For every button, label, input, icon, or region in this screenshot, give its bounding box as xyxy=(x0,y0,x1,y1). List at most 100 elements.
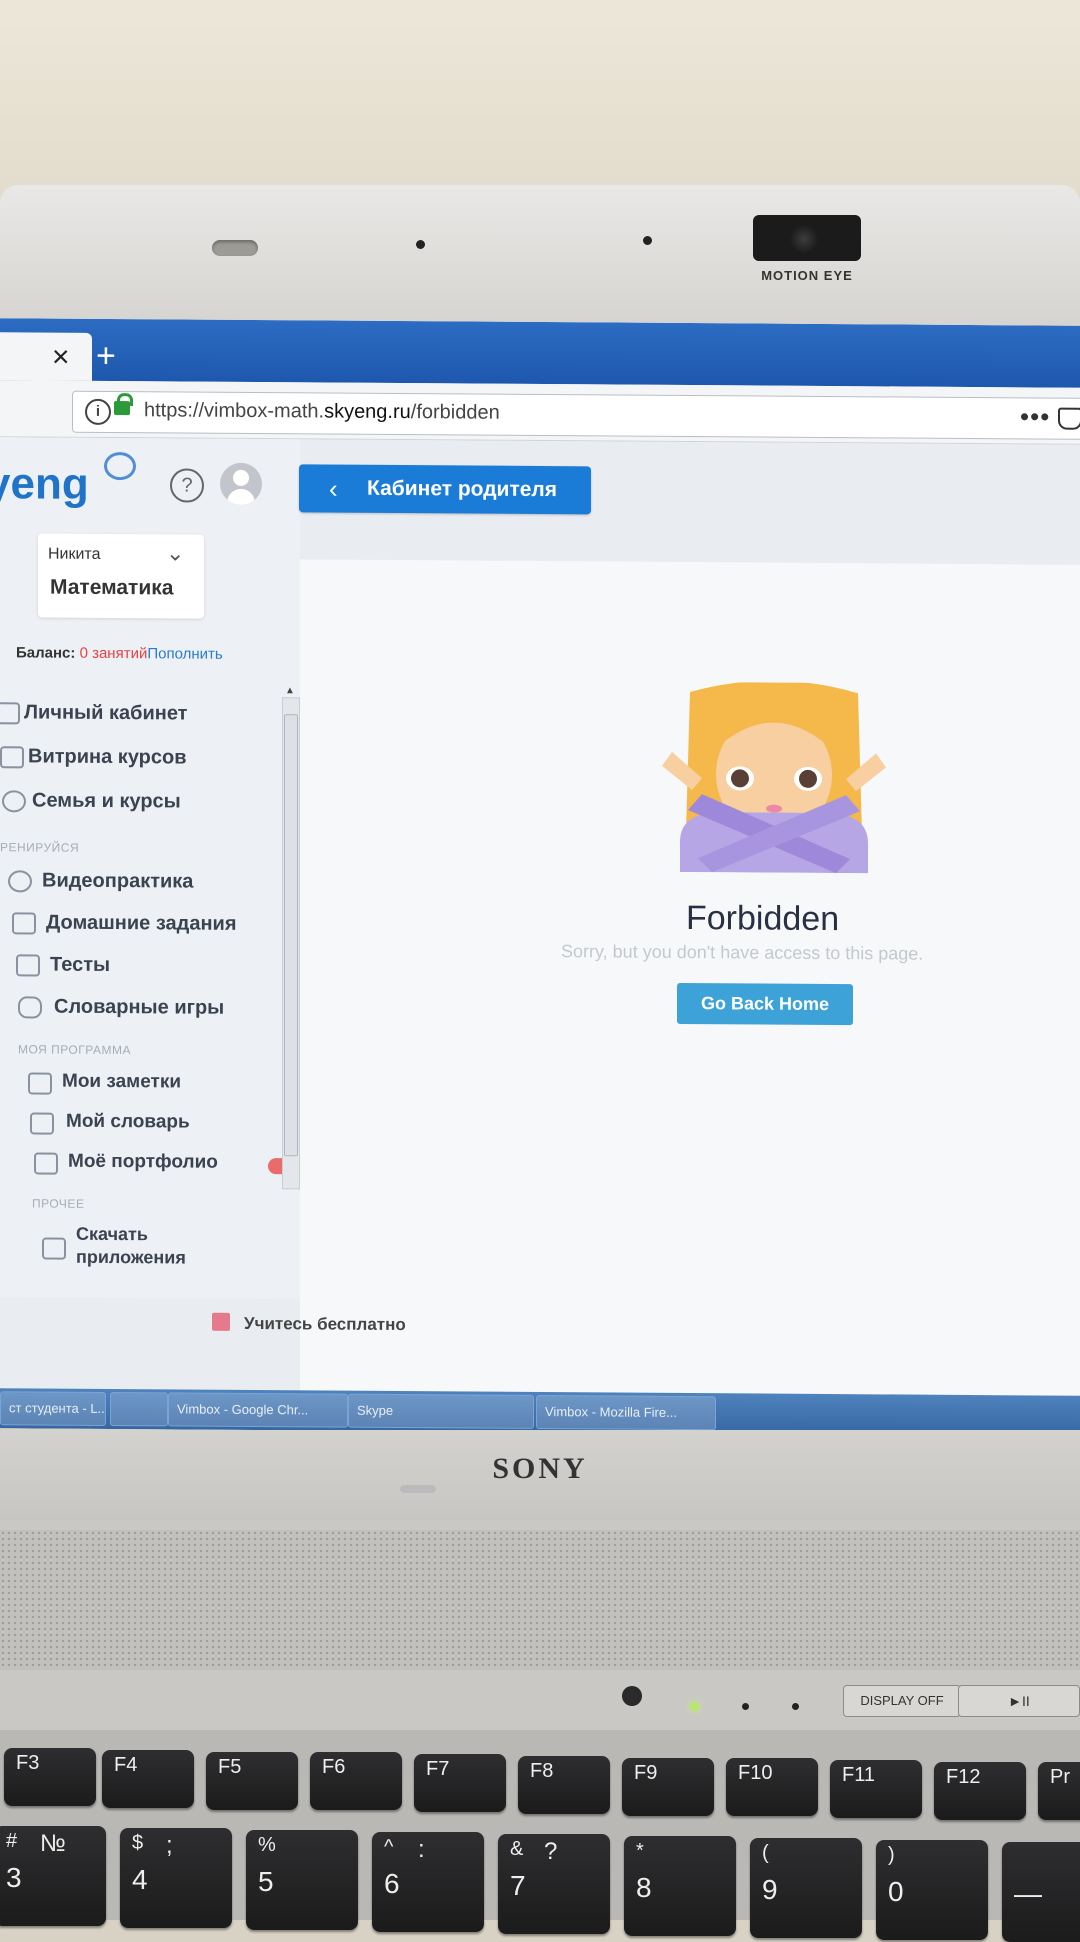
key-7[interactable]: &? 7 xyxy=(498,1834,610,1934)
key-4[interactable]: $; 4 xyxy=(120,1828,232,1928)
go-back-home-button[interactable]: Go Back Home xyxy=(677,982,853,1026)
url-suffix: /forbidden xyxy=(410,401,500,424)
status-led-green xyxy=(690,1702,699,1711)
key-f5[interactable]: F5 xyxy=(206,1752,298,1810)
key-5[interactable]: % 5 xyxy=(246,1830,358,1930)
key-label: F11 xyxy=(842,1764,875,1786)
taskbar-item-explorer[interactable] xyxy=(110,1391,168,1427)
indicator-slot xyxy=(400,1485,436,1493)
display-off-button[interactable]: DISPLAY OFF xyxy=(843,1685,961,1717)
parent-cabinet-button[interactable]: ‹ Кабинет родителя xyxy=(299,464,591,515)
portfolio-icon xyxy=(34,1152,58,1175)
lock-icon xyxy=(114,401,130,416)
key-f7[interactable]: F7 xyxy=(414,1754,506,1812)
key-lower: 9 xyxy=(762,1874,778,1905)
key-lower: 4 xyxy=(132,1864,148,1895)
download-icon xyxy=(42,1237,66,1260)
key-f10[interactable]: F10 xyxy=(726,1758,818,1816)
taskbar-item-firefox[interactable]: Vimbox - Mozilla Fire... xyxy=(536,1394,716,1431)
key-upper: ( xyxy=(762,1842,769,1864)
key-minus[interactable]: — xyxy=(1002,1842,1080,1942)
key-label: F6 xyxy=(322,1756,346,1778)
scrollbar-thumb[interactable] xyxy=(284,714,298,1157)
laptop-top-bezel xyxy=(0,185,1080,325)
family-icon xyxy=(2,790,26,813)
key-f9[interactable]: F9 xyxy=(622,1758,714,1816)
close-tab-icon[interactable]: × xyxy=(52,341,70,375)
key-upper-alt: : xyxy=(418,1836,425,1863)
more-menu-icon[interactable]: ••• xyxy=(1020,401,1050,432)
key-f12[interactable]: F12 xyxy=(934,1762,1026,1820)
section-other: ПРОЧЕЕ xyxy=(32,1196,85,1211)
key-label: F7 xyxy=(426,1758,450,1780)
sidebar-item-courses[interactable]: Витрина курсов xyxy=(28,745,187,769)
student-selector[interactable]: Никита ⌄ Математика xyxy=(38,533,204,619)
key-9[interactable]: (9 xyxy=(750,1838,862,1938)
learn-free-link[interactable]: Учитесь бесплатно xyxy=(210,1314,406,1335)
showcase-icon xyxy=(0,746,24,769)
topup-link[interactable]: Пополнить xyxy=(147,645,222,663)
key-lower: 5 xyxy=(258,1866,274,1897)
taskbar-item-skype[interactable]: Skype xyxy=(348,1393,534,1429)
sidebar-item-notes[interactable]: Мои заметки xyxy=(62,1071,181,1094)
new-tab-icon[interactable]: + xyxy=(96,337,116,376)
sidebar-item-homework[interactable]: Домашние задания xyxy=(46,912,237,936)
skyeng-logo[interactable]: yeng xyxy=(0,459,89,510)
key-lower: 6 xyxy=(384,1868,400,1899)
sidebar-item-family[interactable]: Семья и курсы xyxy=(32,789,181,813)
url-host: skyeng.ru xyxy=(324,400,411,424)
sensor-dot xyxy=(643,236,652,245)
key-upper: & xyxy=(510,1838,524,1860)
key-label: F9 xyxy=(634,1762,658,1784)
help-icon[interactable]: ? xyxy=(170,468,204,503)
key-0[interactable]: ) 0 xyxy=(876,1840,988,1940)
sidebar-item-video[interactable]: Видеопрактика xyxy=(42,870,193,894)
taskbar-item[interactable]: ст студента - L... xyxy=(0,1391,106,1426)
speaker-grille xyxy=(0,1530,1080,1670)
sidebar-item-cabinet[interactable]: Личный кабинет xyxy=(24,701,187,725)
key-lower: 7 xyxy=(510,1870,526,1901)
laptop-screen: × + i https://vimbox-math.skyeng.ru/forb… xyxy=(0,318,1080,1436)
taskbar-item-chrome[interactable]: Vimbox - Google Chr... xyxy=(168,1392,348,1428)
sidebar-item-download[interactable]: Скачать приложения xyxy=(76,1224,186,1269)
key-lower: 0 xyxy=(888,1876,904,1907)
forbidden-girl-illustration xyxy=(662,681,886,874)
sidebar-item-portfolio[interactable]: Моё портфолио xyxy=(68,1151,218,1174)
chevron-left-icon: ‹ xyxy=(329,473,338,504)
section-program: МОЯ ПРОГРАММА xyxy=(18,1042,131,1058)
key-f8[interactable]: F8 xyxy=(518,1756,610,1814)
info-icon[interactable]: i xyxy=(85,398,111,426)
browser-tab[interactable] xyxy=(0,332,92,381)
sidebar-item-tests[interactable]: Тесты xyxy=(50,954,110,977)
key-prtsc[interactable]: Pr xyxy=(1038,1762,1080,1820)
key-6[interactable]: ^:6 xyxy=(372,1832,484,1932)
key-f11[interactable]: F11 xyxy=(830,1760,922,1818)
scroll-up-icon[interactable]: ▲ xyxy=(285,685,295,696)
play-pause-button[interactable]: ►II xyxy=(958,1685,1080,1717)
key-label: F8 xyxy=(530,1760,554,1782)
url-text[interactable]: https://vimbox-math.skyeng.ru/forbidden xyxy=(144,399,500,424)
download-line2: приложения xyxy=(76,1246,186,1268)
browser-tab-bar xyxy=(0,318,1080,388)
chat-icon[interactable] xyxy=(104,451,136,481)
sidebar-item-dictionary[interactable]: Мой словарь xyxy=(66,1111,190,1134)
chevron-down-icon: ⌄ xyxy=(166,540,185,566)
key-f6[interactable]: F6 xyxy=(310,1752,402,1810)
pocket-icon[interactable] xyxy=(1058,407,1080,430)
balance-label: Баланс: xyxy=(16,644,80,662)
key-lower: 3 xyxy=(6,1862,22,1893)
key-3[interactable]: # № 3 xyxy=(0,1826,106,1926)
sidebar-item-games[interactable]: Словарные игры xyxy=(54,996,224,1020)
briefcase-icon xyxy=(12,912,36,935)
key-label: Pr xyxy=(1050,1766,1070,1788)
pencil-icon xyxy=(28,1072,52,1095)
student-subject: Математика xyxy=(50,575,174,600)
forbidden-title: Forbidden xyxy=(686,899,840,939)
key-f4[interactable]: F4 xyxy=(102,1750,194,1808)
avatar[interactable] xyxy=(220,462,262,506)
key-label: F10 xyxy=(738,1762,773,1784)
power-button[interactable] xyxy=(622,1686,642,1706)
key-8[interactable]: * 8 xyxy=(624,1836,736,1936)
key-f3[interactable]: F3 xyxy=(4,1748,96,1806)
brand-logo: SONY xyxy=(492,1452,588,1485)
